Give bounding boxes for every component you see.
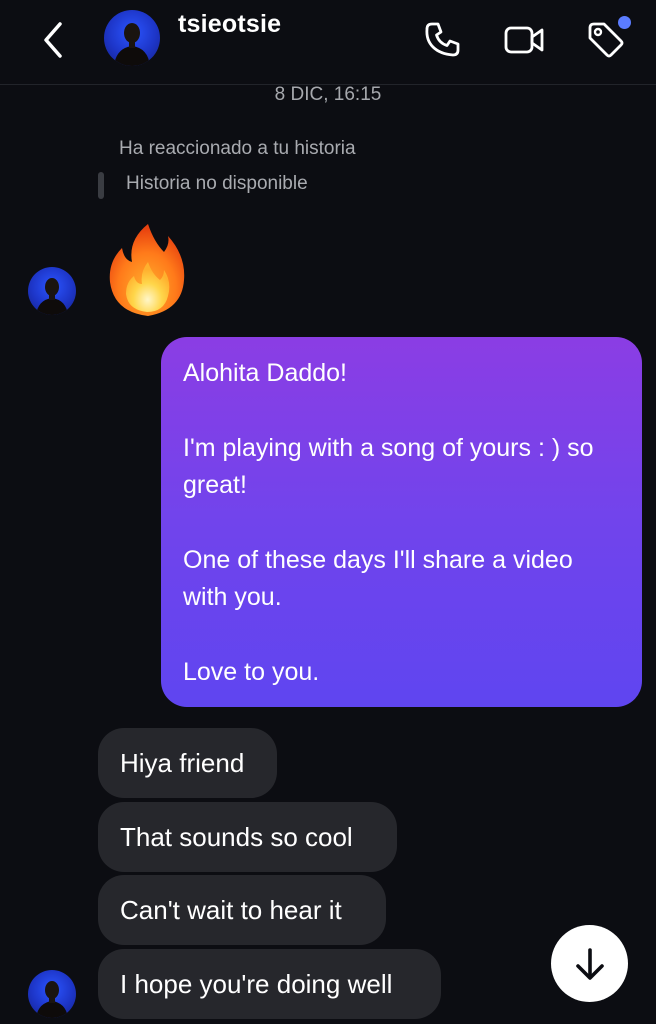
sent-message-bubble[interactable]: Alohita Daddo! I'm playing with a song o… — [161, 337, 642, 707]
received-message-bubble[interactable]: Can't wait to hear it — [98, 875, 386, 945]
story-reaction-label: Ha reaccionado a tu historia — [119, 138, 356, 159]
call-button[interactable] — [420, 18, 464, 62]
video-call-button[interactable] — [502, 18, 546, 62]
sent-message-paragraph: One of these days I'll share a video wit… — [183, 546, 573, 611]
notification-dot — [618, 16, 631, 29]
contact-username[interactable]: tsieotsie — [178, 10, 281, 39]
message-timestamp: 8 DIC, 16:15 — [274, 84, 382, 105]
scroll-to-bottom-button[interactable] — [551, 925, 628, 1002]
video-camera-icon — [504, 26, 544, 54]
sent-message-paragraph: I'm playing with a song of yours : ) so … — [183, 434, 594, 499]
received-message-bubble[interactable]: That sounds so cool — [98, 802, 397, 872]
story-reply-bar — [98, 172, 104, 199]
received-message-bubble[interactable]: I hope you're doing well — [98, 949, 441, 1019]
story-unavailable-text: Historia no disponible — [126, 173, 308, 194]
chat-header: tsieotsie — [0, 0, 656, 85]
contact-message-avatar[interactable] — [28, 970, 76, 1018]
fire-reaction-emoji — [106, 222, 188, 318]
contact-message-avatar[interactable] — [28, 267, 76, 315]
arrow-down-icon — [575, 947, 604, 980]
phone-icon — [425, 22, 460, 57]
chevron-left-icon — [44, 22, 62, 58]
back-button[interactable] — [36, 20, 72, 60]
sent-message-paragraph: Love to you. — [183, 658, 320, 686]
sent-message-paragraph: Alohita Daddo! — [183, 359, 348, 387]
contact-avatar[interactable] — [104, 10, 160, 66]
received-message-bubble[interactable]: Hiya friend — [98, 728, 277, 798]
